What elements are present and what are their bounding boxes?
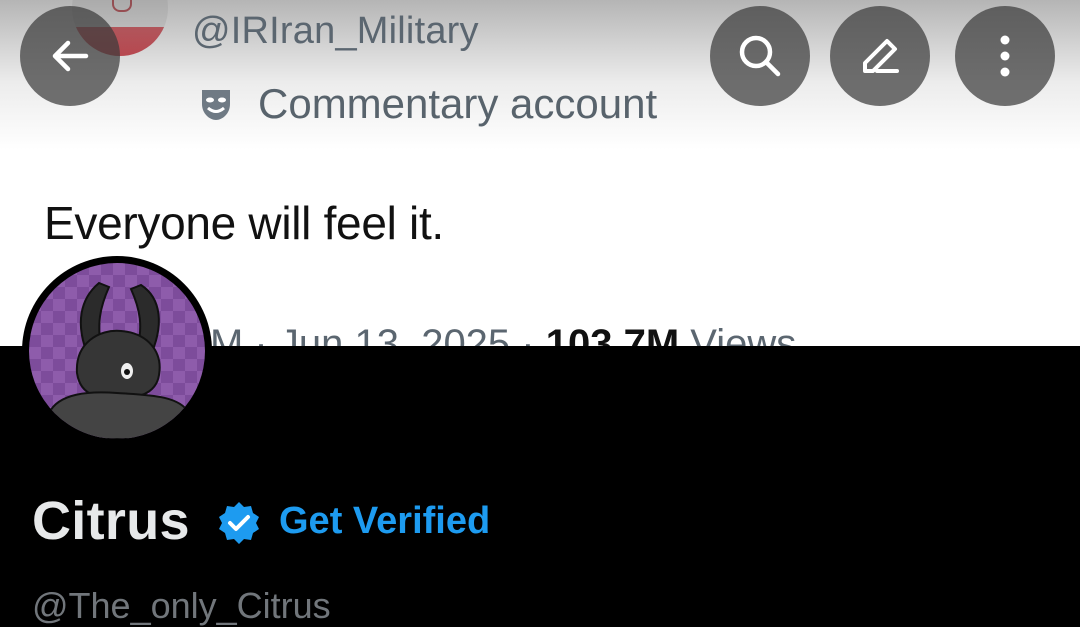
verified-badge-icon	[219, 502, 259, 544]
tweet-text: Everyone will feel it.	[44, 197, 444, 249]
tweet-timestamp: M · Jun 13, 2025 ·	[210, 322, 546, 346]
more-vertical-icon	[1000, 35, 1010, 77]
search-icon	[739, 35, 781, 77]
display-name: Citrus	[32, 491, 190, 551]
tweet-views-label: Views	[679, 322, 797, 346]
get-verified-link[interactable]: Get Verified	[279, 500, 490, 543]
username: @The_only_Citrus	[32, 585, 331, 626]
edit-icon	[863, 39, 899, 73]
back-button[interactable]	[20, 6, 120, 106]
tweet-author-handle: @IRIran_Military	[192, 10, 479, 52]
back-arrow-icon	[52, 40, 89, 72]
commentary-account-label: Commentary account	[258, 80, 658, 127]
edit-profile-button[interactable]	[830, 6, 930, 106]
theater-mask-icon	[202, 90, 230, 120]
more-options-button[interactable]	[955, 6, 1055, 106]
tweet-views-count: 103.7M	[545, 322, 680, 346]
search-button[interactable]	[710, 6, 810, 106]
tweet-meta: M · Jun 13, 2025 · 103.7M Views	[210, 322, 796, 346]
avatar-image	[29, 263, 205, 439]
profile-avatar[interactable]	[22, 256, 212, 446]
